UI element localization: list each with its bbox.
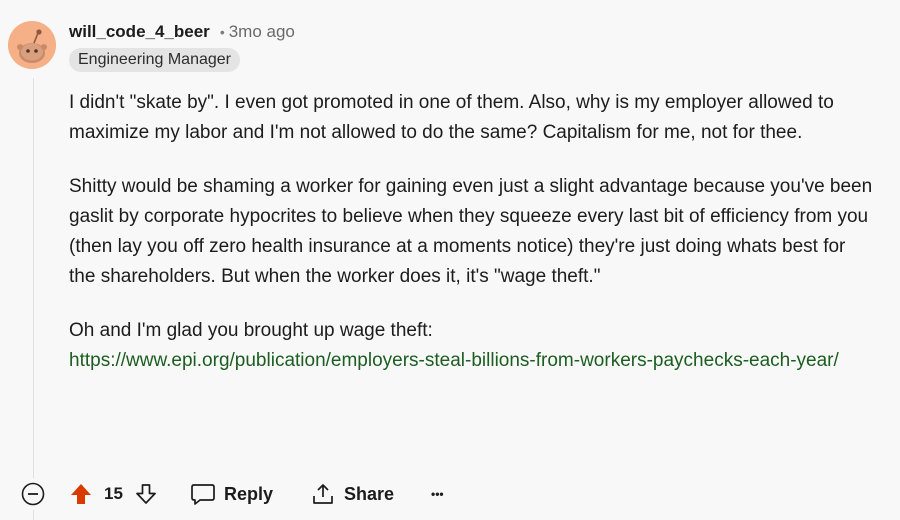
comment-link[interactable]: https://www.epi.org/publication/employer… (69, 350, 839, 371)
vote-count: 15 (104, 484, 123, 503)
share-label: Share (344, 483, 395, 504)
collapse-button[interactable] (21, 478, 45, 510)
timestamp[interactable]: 3mo ago (229, 22, 295, 41)
downvote-icon (136, 484, 156, 504)
comment-action-bar: 15 Reply Share ••• (0, 478, 900, 510)
user-flair: Engineering Manager (69, 48, 240, 72)
comment-paragraph: Shitty would be shaming a worker for gai… (69, 176, 873, 287)
upvote-icon (71, 484, 91, 504)
share-icon (313, 484, 333, 504)
avatar[interactable] (8, 21, 56, 69)
comment-header: will_code_4_beer • 3mo ago (69, 22, 295, 42)
share-button[interactable]: Share (311, 478, 394, 510)
comment-paragraph: Oh and I'm glad you brought up wage thef… (69, 316, 874, 376)
comment-icon (191, 484, 215, 505)
comment-paragraph: I didn't "skate by". I even got promoted… (69, 92, 834, 143)
reply-label: Reply (224, 483, 274, 504)
username[interactable]: will_code_4_beer (69, 22, 210, 41)
comment-paragraph-text: Oh and I'm glad you brought up wage thef… (69, 320, 433, 341)
reply-button[interactable]: Reply (190, 478, 273, 510)
thread-line[interactable] (33, 78, 34, 478)
more-icon: ••• (431, 487, 444, 501)
separator-dot: • (219, 24, 225, 40)
collapse-icon (21, 482, 45, 506)
downvote-button[interactable] (134, 478, 158, 510)
thread-line-bottom[interactable] (33, 510, 34, 520)
avatar-icon (8, 21, 56, 69)
comment-body: I didn't "skate by". I even got promoted… (69, 88, 874, 376)
upvote-button[interactable] (69, 478, 93, 510)
more-options-button[interactable]: ••• (431, 478, 444, 510)
